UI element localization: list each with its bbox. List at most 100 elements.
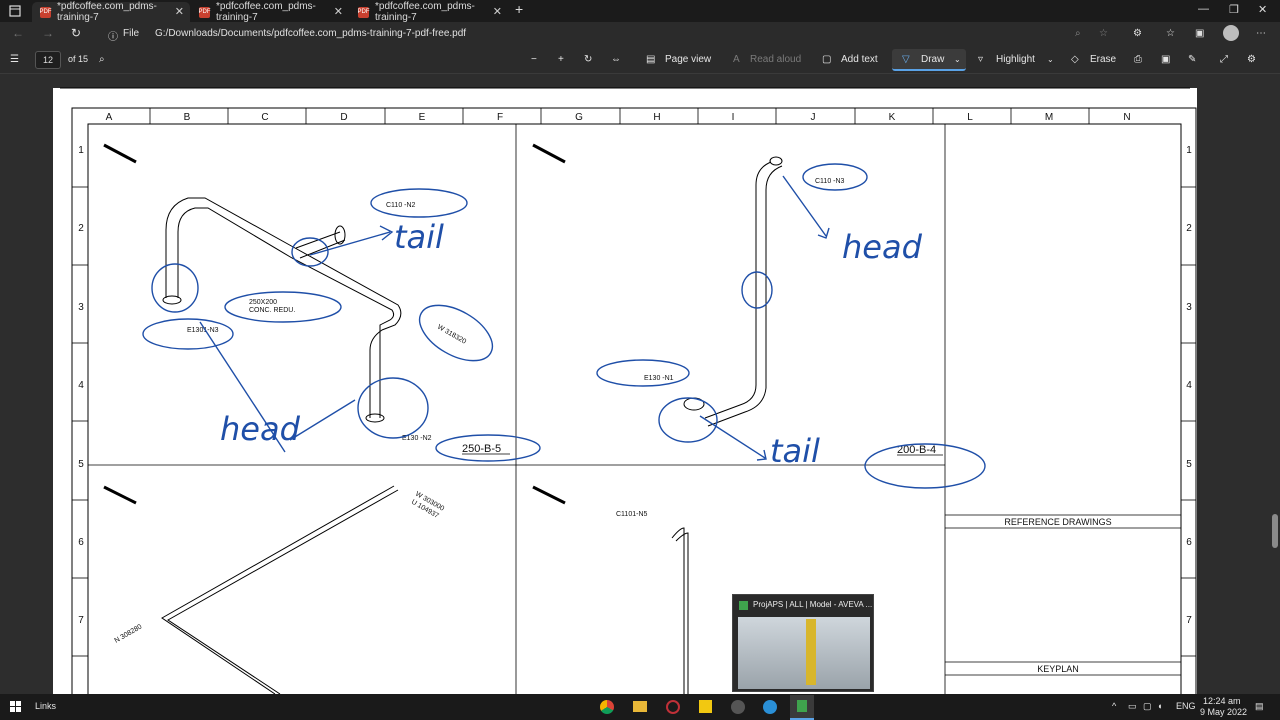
pipe-route-lower-left bbox=[161, 485, 399, 694]
more-menu-icon[interactable]: ⋯ bbox=[1256, 28, 1266, 39]
ink-tail-left: tail bbox=[394, 218, 444, 256]
grid-row-label: 3 bbox=[1186, 302, 1192, 313]
collections-icon[interactable]: ▣ bbox=[1195, 28, 1204, 39]
close-tab-icon[interactable]: ✕ bbox=[175, 5, 184, 18]
add-text-icon: ▢ bbox=[822, 54, 832, 65]
display-icon[interactable]: ▢ bbox=[1143, 701, 1152, 712]
grid-col-label: J bbox=[811, 112, 816, 123]
fullscreen-icon[interactable]: ⤢ bbox=[1220, 54, 1228, 65]
erase-icon: ◇ bbox=[1071, 54, 1079, 65]
file-label: File bbox=[123, 28, 140, 39]
grid-row-label: 5 bbox=[1186, 459, 1192, 470]
coord-label-w318320: W 318320 bbox=[436, 324, 467, 346]
save-icon[interactable]: ▣ bbox=[1161, 54, 1170, 65]
rotate-icon[interactable]: ↻ bbox=[584, 54, 592, 65]
network-icon[interactable]: ▭ bbox=[1128, 701, 1137, 712]
language-indicator[interactable]: ENG bbox=[1176, 701, 1196, 711]
chrome-icon[interactable] bbox=[600, 700, 614, 714]
forward-icon[interactable]: → bbox=[42, 26, 54, 40]
clock-time[interactable]: 12:24 am bbox=[1203, 696, 1241, 706]
extensions-icon[interactable]: ⚙ bbox=[1133, 28, 1142, 39]
favorites-icon[interactable]: ☆ bbox=[1166, 28, 1175, 39]
nozzle-label-e1301-n3: E1301-N3 bbox=[187, 327, 219, 334]
new-tab-icon[interactable]: + bbox=[515, 1, 523, 17]
nozzle-label-c110-n2: C110 -N2 bbox=[386, 202, 416, 209]
page-view-icon: ▤ bbox=[646, 54, 656, 65]
grid-col-label: N bbox=[1123, 112, 1130, 123]
zoom-icon[interactable]: ⌕ bbox=[1075, 28, 1081, 39]
grid-col-label: M bbox=[1045, 112, 1053, 123]
notifications-icon[interactable]: ▤ bbox=[1255, 701, 1264, 712]
zoom-out-icon[interactable]: − bbox=[531, 54, 537, 65]
volume-icon[interactable]: ◖ bbox=[1157, 701, 1162, 711]
print-icon[interactable]: ⎙ bbox=[1134, 54, 1142, 65]
minimize-icon[interactable]: — bbox=[1198, 3, 1209, 15]
nozzle-label-c1101-n5: C1101-N5 bbox=[616, 511, 647, 518]
tab-label: *pdfcoffee.com_pdms-training-7 bbox=[216, 1, 316, 23]
reducer-size-label: 250X200 bbox=[249, 299, 277, 306]
grid-col-label: E bbox=[419, 112, 426, 123]
settings-icon[interactable]: ⚙ bbox=[1247, 54, 1256, 65]
read-aloud-icon: A bbox=[733, 54, 740, 65]
pipe-route-200 bbox=[683, 156, 783, 427]
grid-col-label: C bbox=[261, 112, 268, 123]
scrollbar-thumb[interactable] bbox=[1272, 514, 1278, 548]
page-number-input[interactable]: 12 bbox=[35, 51, 61, 69]
clock-date[interactable]: 9 May 2022 bbox=[1200, 707, 1247, 717]
fit-page-icon[interactable]: ⇔ bbox=[611, 54, 621, 65]
grid-col-label: I bbox=[732, 112, 735, 123]
start-windows-icon[interactable] bbox=[10, 701, 22, 713]
close-window-icon[interactable]: ✕ bbox=[1258, 3, 1267, 16]
ink-tail-right: tail bbox=[770, 432, 820, 470]
draw-options-chevron-icon[interactable]: ⌄ bbox=[954, 55, 961, 64]
grid-col-label: A bbox=[106, 112, 113, 123]
pdf-toolbar: ☰ 12 of 15 ⌕ − + ↻ ⇔ ▤ Page view A Read … bbox=[0, 46, 1280, 74]
line-number-250-b-5: 250-B-5 bbox=[462, 443, 501, 455]
tray-chevron-icon[interactable]: ^ bbox=[1112, 701, 1116, 711]
links-toolbar[interactable]: Links bbox=[35, 701, 56, 711]
tab-pdf-2[interactable]: PDF *pdfcoffee.com_pdms-training-7 ✕ bbox=[191, 1, 349, 23]
file-explorer-icon[interactable] bbox=[633, 701, 647, 712]
grid-row-label: 6 bbox=[1186, 537, 1192, 548]
vertical-scrollbar[interactable] bbox=[1270, 74, 1280, 694]
save-as-icon[interactable]: ✎ bbox=[1188, 54, 1196, 65]
tab-pdf-3[interactable]: PDF *pdfcoffee.com_pdms-training-7 ✕ bbox=[350, 1, 508, 23]
ink-head-right: head bbox=[842, 228, 923, 266]
draw-button[interactable]: Draw bbox=[921, 54, 944, 65]
tab-bar: PDF *pdfcoffee.com_pdms-training-7 ✕ PDF… bbox=[0, 0, 1280, 23]
tab-pdf-1[interactable]: PDF *pdfcoffee.com_pdms-training-7 ✕ bbox=[32, 1, 190, 23]
profile-avatar[interactable] bbox=[1223, 25, 1239, 41]
highlight-options-chevron-icon[interactable]: ⌄ bbox=[1047, 55, 1054, 64]
taskbar-preview[interactable]: ProjAPS | ALL | Model - AVEVA ... bbox=[732, 594, 874, 692]
highlight-button[interactable]: Highlight bbox=[996, 54, 1035, 65]
sticky-notes-icon[interactable] bbox=[699, 700, 712, 713]
zoom-in-icon[interactable]: + bbox=[558, 54, 564, 65]
maximize-icon[interactable]: ❐ bbox=[1229, 3, 1239, 16]
close-tab-icon[interactable]: ✕ bbox=[493, 5, 502, 18]
isometric-drawing-sheet: A B C D E F G H I J K L M N 1 2 3 4 5 6 … bbox=[60, 87, 1197, 694]
read-view-icon[interactable]: ☆ bbox=[1099, 28, 1108, 39]
contents-icon[interactable]: ☰ bbox=[10, 54, 19, 65]
add-text-button[interactable]: Add text bbox=[841, 54, 878, 65]
refresh-icon[interactable]: ↻ bbox=[71, 26, 81, 40]
workspaces-icon[interactable] bbox=[9, 5, 21, 17]
windows-taskbar: Links ^ ▭ ▢ ◖ ENG 12:24 am 9 May 2022 ▤ bbox=[0, 694, 1280, 720]
search-icon[interactable]: ⌕ bbox=[99, 54, 105, 65]
tab-label: *pdfcoffee.com_pdms-training-7 bbox=[57, 1, 157, 23]
read-aloud-button[interactable]: Read aloud bbox=[750, 54, 801, 65]
info-icon: ⓘ bbox=[108, 32, 118, 43]
erase-button[interactable]: Erase bbox=[1090, 54, 1116, 65]
app-icon-gauge[interactable] bbox=[731, 700, 745, 714]
url-path[interactable]: G:/Downloads/Documents/pdfcoffee.com_pdm… bbox=[155, 28, 466, 39]
pdf-viewer[interactable]: A B C D E F G H I J K L M N 1 2 3 4 5 6 … bbox=[0, 74, 1270, 694]
highlight-icon: ▿ bbox=[978, 54, 984, 65]
app-icon-red[interactable] bbox=[666, 700, 680, 714]
grid-row-label: 7 bbox=[78, 615, 84, 626]
grid-row-label: 4 bbox=[1186, 380, 1192, 391]
page-view-button[interactable]: Page view bbox=[665, 54, 711, 65]
grid-col-label: K bbox=[889, 112, 896, 123]
edge-icon[interactable] bbox=[763, 700, 777, 714]
back-icon[interactable]: ← bbox=[12, 26, 24, 40]
grid-row-label: 7 bbox=[1186, 615, 1192, 626]
close-tab-icon[interactable]: ✕ bbox=[334, 5, 343, 18]
